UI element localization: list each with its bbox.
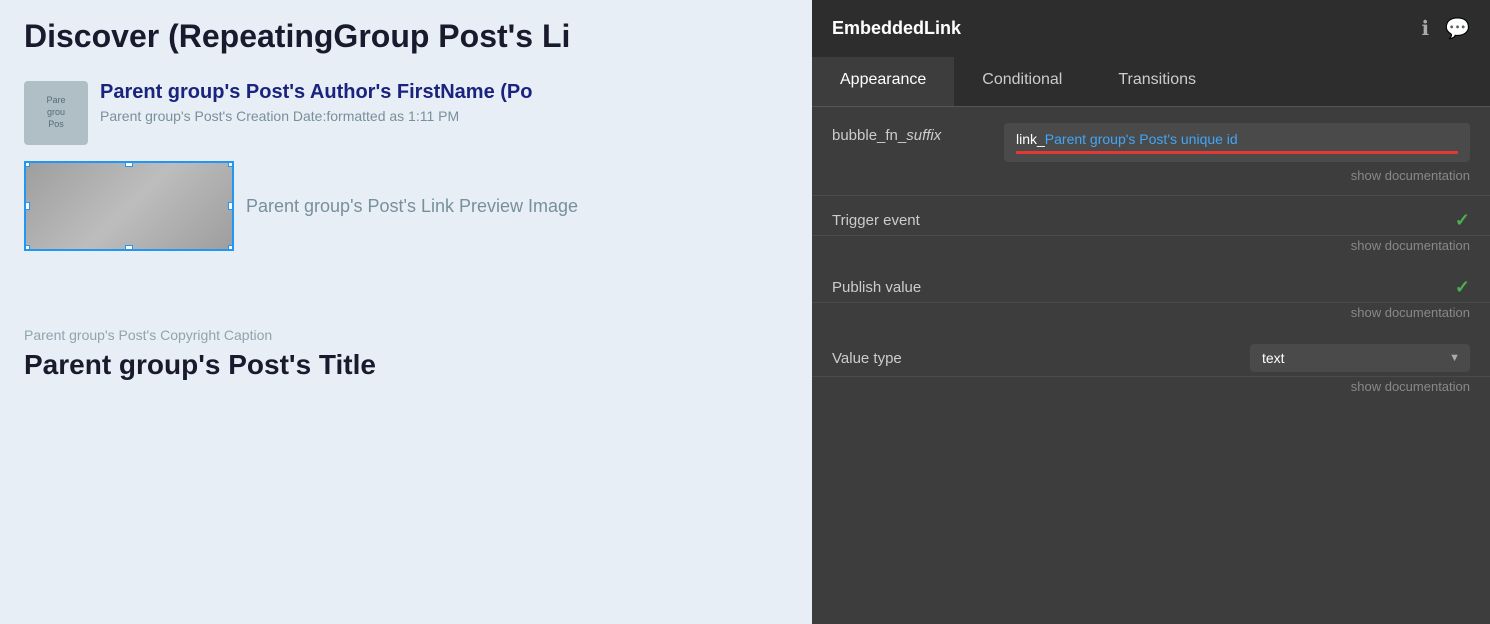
handle-top-left	[24, 161, 30, 167]
handle-bot-left	[24, 245, 30, 251]
bubble-fn-suffix-label: bubble_fn_suffix	[832, 123, 992, 144]
header-icons: ℹ 💬	[1421, 16, 1470, 41]
post-image-row: Parent group's Post's Link Preview Image	[24, 161, 788, 251]
properties-area: bubble_fn_suffix link_Parent group's Pos…	[812, 107, 1490, 624]
handle-bot-right	[228, 245, 234, 251]
publish-value-show-doc[interactable]: show documentation	[812, 303, 1490, 330]
post-date: Parent group's Post's Creation Date:form…	[100, 108, 532, 124]
post-author: Parent group's Post's Author's FirstName…	[100, 81, 532, 104]
comment-icon[interactable]: 💬	[1445, 16, 1470, 41]
trigger-event-checkmark[interactable]: ✓	[1455, 210, 1470, 231]
post-title-text: Parent group's Post's Title	[24, 349, 788, 381]
bubble-fn-suffix-row: bubble_fn_suffix link_Parent group's Pos…	[812, 107, 1490, 196]
handle-top-mid	[125, 161, 133, 167]
value-type-select-wrapper: text number boolean date	[1250, 344, 1470, 372]
post-header: Pare grou Pos Parent group's Post's Auth…	[24, 81, 788, 145]
publish-value-label: Publish value	[832, 279, 921, 296]
handle-mid-right	[228, 202, 234, 210]
bubble-fn-suffix-value-area: link_Parent group's Post's unique id sho…	[1004, 123, 1470, 191]
bubble-fn-suffix-value[interactable]: link_Parent group's Post's unique id	[1004, 123, 1470, 162]
post-image-box[interactable]	[24, 161, 234, 251]
trigger-event-show-doc[interactable]: show documentation	[812, 236, 1490, 263]
post-card: Pare grou Pos Parent group's Post's Auth…	[0, 65, 812, 267]
post-footer: Parent group's Post's Copyright Caption …	[0, 267, 812, 381]
canvas-panel: Discover (RepeatingGroup Post's Li Pare …	[0, 0, 812, 624]
handle-top-right	[228, 161, 234, 167]
panel-header: EmbeddedLink ℹ 💬	[812, 0, 1490, 57]
properties-panel: EmbeddedLink ℹ 💬 Appearance Conditional …	[812, 0, 1490, 624]
publish-value-section: Publish value ✓ show documentation	[812, 263, 1490, 330]
trigger-event-section: Trigger event ✓ show documentation	[812, 196, 1490, 263]
post-copyright: Parent group's Post's Copyright Caption	[24, 327, 788, 343]
panel-title: EmbeddedLink	[832, 18, 961, 39]
tabs-bar: Appearance Conditional Transitions	[812, 57, 1490, 107]
trigger-event-label: Trigger event	[832, 212, 920, 229]
post-image-label: Parent group's Post's Link Preview Image	[246, 196, 578, 217]
handle-bot-mid	[125, 245, 133, 251]
value-type-show-doc[interactable]: show documentation	[812, 377, 1490, 404]
bubble-fn-suffix-show-doc[interactable]: show documentation	[1004, 166, 1470, 191]
info-icon[interactable]: ℹ	[1421, 16, 1429, 41]
page-title: Discover (RepeatingGroup Post's Li	[0, 0, 812, 65]
tab-transitions[interactable]: Transitions	[1090, 57, 1224, 106]
handle-mid-left	[24, 202, 30, 210]
tab-appearance[interactable]: Appearance	[812, 57, 954, 106]
post-meta: Parent group's Post's Author's FirstName…	[100, 81, 532, 124]
publish-value-row: Publish value ✓	[812, 263, 1490, 303]
post-avatar: Pare grou Pos	[24, 81, 88, 145]
unique-id-text: Parent group's Post's unique id	[1045, 131, 1238, 147]
publish-value-checkmark[interactable]: ✓	[1455, 277, 1470, 298]
value-type-select[interactable]: text number boolean date	[1250, 344, 1470, 372]
value-type-section: Value type text number boolean date show…	[812, 330, 1490, 404]
red-underline	[1016, 151, 1458, 154]
trigger-event-row: Trigger event ✓	[812, 196, 1490, 236]
value-type-label: Value type	[832, 350, 902, 367]
value-type-row: Value type text number boolean date	[812, 330, 1490, 377]
tab-conditional[interactable]: Conditional	[954, 57, 1090, 106]
